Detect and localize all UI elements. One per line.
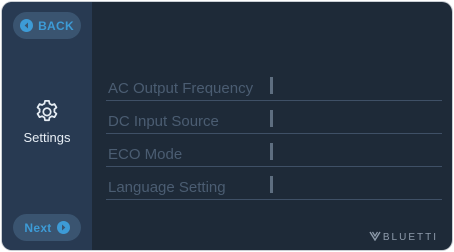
- menu-item-eco-mode[interactable]: ECO Mode: [106, 134, 442, 167]
- value-indicator: [270, 143, 273, 160]
- menu-item-label: DC Input Source: [108, 113, 219, 130]
- value-indicator: [270, 176, 273, 193]
- bluetti-logo-icon: [369, 231, 381, 244]
- menu-item-dc-input-source[interactable]: DC Input Source: [106, 101, 442, 134]
- brand-logo: BLUETTI: [369, 231, 438, 244]
- gear-icon: [2, 98, 92, 126]
- value-indicator: [270, 77, 273, 94]
- settings-label: Settings: [23, 130, 71, 145]
- settings-menu: AC Output Frequency DC Input Source ECO …: [106, 68, 442, 200]
- next-label: Next: [24, 220, 52, 235]
- back-button[interactable]: BACK: [13, 12, 81, 39]
- next-arrow-icon: [56, 221, 70, 234]
- menu-item-label: Language Setting: [108, 179, 226, 196]
- back-label: BACK: [38, 18, 74, 33]
- sidebar: BACK Settings Next: [2, 2, 92, 250]
- value-indicator: [270, 110, 273, 127]
- next-button[interactable]: Next: [13, 214, 81, 241]
- device-screen: BACK Settings Next AC Output Frequency D…: [2, 2, 452, 250]
- settings-nav-item[interactable]: Settings: [2, 98, 92, 145]
- menu-item-label: ECO Mode: [108, 146, 183, 163]
- menu-item-label: AC Output Frequency: [108, 80, 254, 97]
- brand-name: BLUETTI: [382, 232, 438, 243]
- back-arrow-icon: [20, 19, 34, 32]
- menu-item-ac-output-frequency[interactable]: AC Output Frequency: [106, 68, 442, 101]
- menu-item-language-setting[interactable]: Language Setting: [106, 167, 442, 200]
